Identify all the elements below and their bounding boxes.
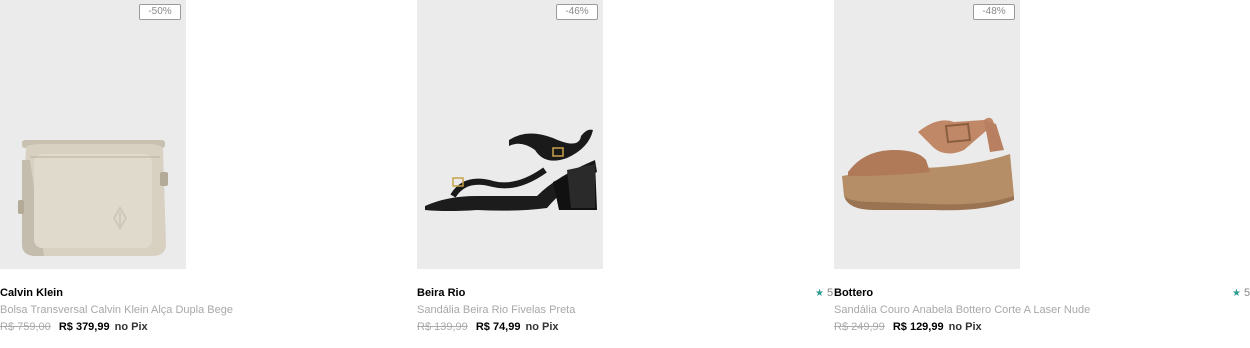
new-price: R$ 379,99 [58, 321, 110, 333]
star-icon: ★ [815, 288, 824, 299]
new-price: R$ 129,99 [892, 321, 944, 333]
product-name[interactable]: Sandália Beira Rio Fivelas Preta [417, 304, 575, 316]
product-image[interactable]: -46% [417, 0, 603, 269]
discount-badge: -48% [973, 4, 1015, 20]
price-row: R$ 139,99 R$ 74,99 no Pix [417, 321, 559, 333]
price-row: R$ 249,99 R$ 129,99 no Pix [834, 321, 982, 333]
black-heeled-sandal-icon [425, 129, 597, 211]
brand-name: Beira Rio [417, 287, 466, 299]
pix-label: no Pix [114, 321, 148, 333]
product-card[interactable]: -50% Calvin Klein Bolsa Transversal Calv… [0, 0, 417, 348]
old-price: R$ 249,99 [834, 321, 885, 333]
pix-label: no Pix [948, 321, 982, 333]
rating: ★ 5 [1232, 287, 1250, 299]
rating-value: 5 [827, 287, 834, 299]
old-price: R$ 759,00 [0, 321, 51, 333]
brand-name: Bottero [834, 287, 874, 299]
product-image[interactable]: -48% [834, 0, 1020, 269]
discount-badge: -46% [556, 4, 598, 20]
product-name[interactable]: Bolsa Transversal Calvin Klein Alça Dupl… [0, 304, 233, 316]
discount-badge: -50% [139, 4, 181, 20]
pix-label: no Pix [525, 321, 559, 333]
old-price: R$ 139,99 [417, 321, 468, 333]
star-icon: ★ [1232, 288, 1241, 299]
product-image[interactable]: -50% [0, 0, 186, 269]
product-card[interactable]: -46% Beira Rio Sandália Beira Rio Fivela… [417, 0, 834, 348]
new-price: R$ 74,99 [475, 321, 521, 333]
product-name[interactable]: Sandália Couro Anabela Bottero Corte A L… [834, 304, 1090, 316]
rating: ★ 5 [815, 287, 833, 299]
brand-name: Calvin Klein [0, 287, 63, 299]
beige-crossbody-bag-icon [18, 140, 168, 256]
product-card[interactable]: -48% Bottero Sandália Couro Anabela Bott… [834, 0, 1250, 348]
nude-wedge-sandal-icon [842, 117, 1014, 211]
rating-value: 5 [1244, 287, 1250, 299]
price-row: R$ 759,00 R$ 379,99 no Pix [0, 321, 148, 333]
